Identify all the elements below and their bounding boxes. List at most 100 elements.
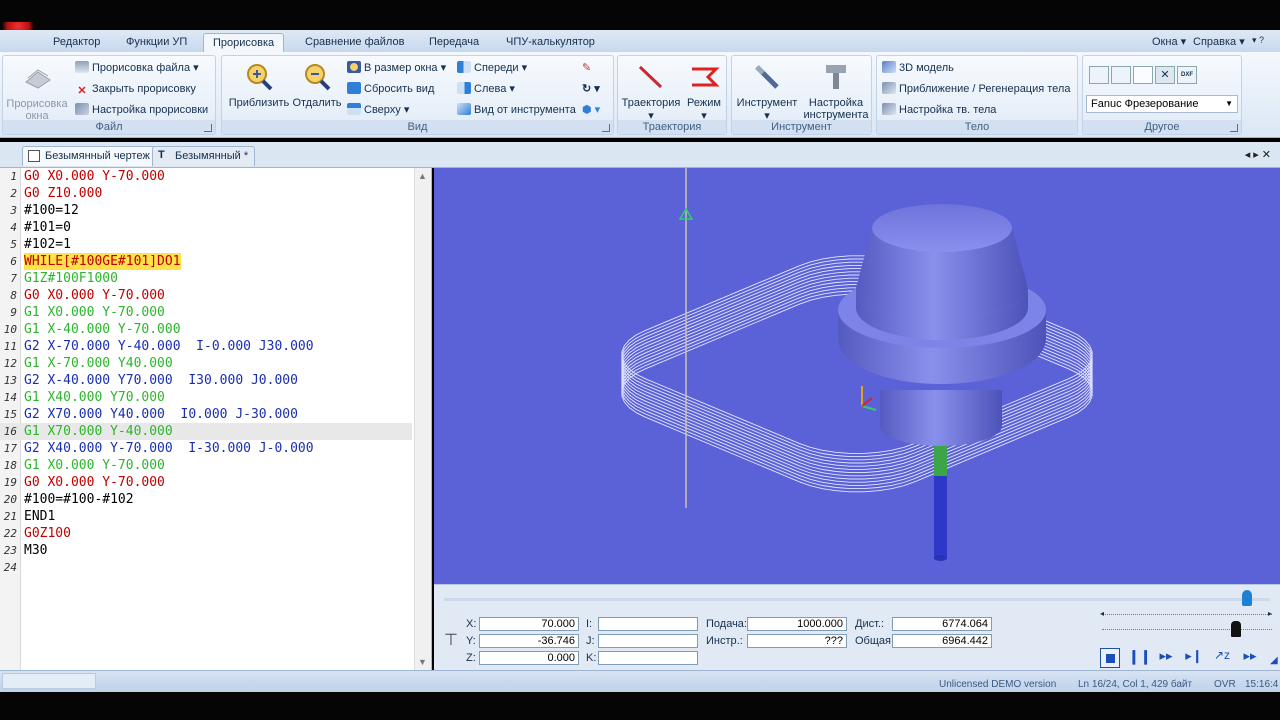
run-to-end-icon[interactable]: ▸▸ (1240, 648, 1260, 668)
i-field[interactable] (598, 617, 698, 631)
windows-menu[interactable]: Окна ▾ (1152, 35, 1186, 48)
code-line[interactable]: 20 #100=#100-#102 (0, 491, 412, 508)
tab-next-icon[interactable]: ▸ (1253, 149, 1262, 161)
progress-track[interactable] (444, 598, 1270, 601)
step-z-icon[interactable]: ↗z (1212, 648, 1232, 668)
code-line[interactable]: 4 #101=0 (0, 219, 412, 236)
code-line[interactable]: 22 G0Z100 (0, 525, 412, 542)
pencil-icon[interactable]: ✎ (582, 59, 591, 77)
page-icon[interactable] (1133, 66, 1153, 84)
code-line[interactable]: 15 G2 X70.000 Y40.000 I0.000 J-30.000 (0, 406, 412, 423)
code-line[interactable]: 7 G1Z#100F1000 (0, 270, 412, 287)
stop-button[interactable] (1100, 648, 1120, 668)
view-from-tool-button[interactable]: Вид от инструмента (457, 101, 576, 119)
editor-vertical-scrollbar[interactable]: ▲ ▼ (414, 168, 431, 670)
fit-window-label: В размер окна (364, 62, 438, 74)
close-drawing-button[interactable]: ✕ Закрыть прорисовку (75, 80, 196, 98)
progress-thumb[interactable] (1242, 590, 1252, 606)
3d-viewport[interactable] (434, 168, 1280, 584)
code-line[interactable]: 11 G2 X-70.000 Y-40.000 I-0.000 J30.000 (0, 338, 412, 355)
model-3d-button[interactable]: 3D модель (882, 59, 954, 77)
no-tool-icon[interactable]: ✕ (1155, 66, 1175, 84)
code-line[interactable]: 3 #100=12 (0, 202, 412, 219)
zoom-window-icon[interactable] (1089, 66, 1109, 84)
drawing-settings-button[interactable]: Настройка прорисовки (75, 101, 208, 119)
z-field[interactable]: 0.000 (479, 651, 579, 665)
zoom-out-button[interactable]: Отдалить (292, 61, 342, 109)
code-line[interactable]: 5 #102=1 (0, 236, 412, 253)
code-line[interactable]: 8 G0 X0.000 Y-70.000 (0, 287, 412, 304)
code-line[interactable]: 12 G1 X-70.000 Y40.000 (0, 355, 412, 372)
tab-prev-icon[interactable]: ◂ (1245, 149, 1254, 161)
tool-number-field[interactable]: ??? (747, 634, 847, 648)
tab-file-compare[interactable]: Сравнение файлов (296, 33, 413, 52)
reset-view-button[interactable]: Сбросить вид (347, 80, 434, 98)
code-line[interactable]: 19 G0 X0.000 Y-70.000 (0, 474, 412, 491)
body-setup-button[interactable]: Настройка тв. тела (882, 101, 996, 119)
speed-left-icon[interactable]: ◂ (1100, 609, 1104, 618)
scroll-down-icon[interactable]: ▼ (418, 657, 427, 667)
code-line[interactable]: 24 (0, 559, 412, 576)
code-line[interactable]: 9 G1 X0.000 Y-70.000 (0, 304, 412, 321)
draw-file-button[interactable]: Прорисовка файла ▾ (75, 59, 199, 77)
view-front-button[interactable]: Спереди ▾ (457, 59, 527, 77)
code-line[interactable]: 6 WHILE[#100GE#101]DO1 (0, 253, 412, 270)
code-line[interactable]: 18 G1 X0.000 Y-70.000 (0, 457, 412, 474)
code-line[interactable]: 2 G0 Z10.000 (0, 185, 412, 202)
view-top-button[interactable]: Сверху ▾ (347, 101, 409, 119)
code-line[interactable]: 1 G0 X0.000 Y-70.000 (0, 168, 412, 185)
step-forward-icon[interactable]: ▸▸ (1156, 648, 1176, 668)
resize-grip-icon[interactable]: ◢ (1270, 655, 1278, 666)
pause-button[interactable]: ❙❙ (1128, 648, 1151, 668)
distance-field[interactable]: 6774.064 (892, 617, 992, 631)
panel-icon[interactable] (1111, 66, 1131, 84)
fit-window-button[interactable]: В размер окна ▾ (347, 59, 446, 77)
draw-window-button[interactable]: Прорисовка окна (5, 62, 71, 122)
machine-select[interactable]: Fanuc Фрезерование ▼ (1086, 95, 1238, 113)
shading-icon[interactable]: ⬢ ▾ (582, 101, 600, 119)
y-field[interactable]: -36.746 (479, 634, 579, 648)
x-field[interactable]: 70.000 (479, 617, 579, 631)
group-view-launcher-icon[interactable] (602, 124, 610, 132)
zoom-regen-button[interactable]: Приближение / Регенерация тела (882, 80, 1070, 98)
tab-editor[interactable]: Редактор (44, 33, 109, 52)
step-block-icon[interactable]: ▸❙ (1184, 648, 1204, 668)
group-other-launcher-icon[interactable] (1230, 124, 1238, 132)
speed-slider-thumb[interactable] (1231, 621, 1241, 637)
dxf-export-icon[interactable]: DXF (1177, 66, 1197, 84)
scroll-up-icon[interactable]: ▲ (418, 171, 427, 181)
k-field[interactable] (598, 651, 698, 665)
ribbon-options-icon[interactable]: ▾ ? (1252, 35, 1264, 46)
code-line[interactable]: 21 END1 (0, 508, 412, 525)
doc-tab-untitled[interactable]: T Безымянный * (152, 146, 256, 166)
code-line[interactable]: 16 G1 X70.000 Y-40.000 (0, 423, 412, 440)
code-line[interactable]: 13 G2 X-40.000 Y70.000 I30.000 J0.000 (0, 372, 412, 389)
doc-tab-drawing[interactable]: Безымянный чертеж * (22, 146, 165, 166)
doc-tab-untitled-label: Безымянный * (175, 150, 249, 162)
code-line[interactable]: 10 G1 X-40.000 Y-70.000 (0, 321, 412, 338)
code-line[interactable]: 17 G2 X40.000 Y-70.000 I-30.000 J-0.000 (0, 440, 412, 457)
tab-transfer[interactable]: Передача (420, 33, 488, 52)
help-menu[interactable]: Справка ▾ (1193, 35, 1245, 48)
view-left-button[interactable]: Слева ▾ (457, 80, 515, 98)
tab-cnc-calculator[interactable]: ЧПУ-калькулятор (497, 33, 604, 52)
mode-button[interactable]: Режим ▾ (684, 61, 724, 122)
z-label: Z: (466, 652, 476, 664)
total-field[interactable]: 6964.442 (892, 634, 992, 648)
tab-drawing[interactable]: Прорисовка (203, 33, 285, 52)
tab-nc-functions[interactable]: Функции УП (117, 33, 196, 52)
code-line[interactable]: 23 M30 (0, 542, 412, 559)
close-icon[interactable]: ✕ (1262, 149, 1274, 161)
tool-button[interactable]: Инструмент ▾ (735, 61, 799, 122)
j-field[interactable] (598, 634, 698, 648)
tool-setup-button[interactable]: Настройка инструмента (802, 61, 870, 121)
tab-navigation[interactable]: ◂▸✕ (1245, 148, 1274, 161)
rotate-view-icon[interactable]: ↻ ▾ (582, 80, 600, 98)
code-editor[interactable]: 1 G0 X0.000 Y-70.000 2 G0 Z10.000 3 #100=12 4 #… (0, 168, 432, 670)
feed-field[interactable]: 1000.000 (747, 617, 847, 631)
group-file-launcher-icon[interactable] (204, 124, 212, 132)
zoom-in-button[interactable]: Приблизить (227, 61, 291, 109)
trajectory-button[interactable]: Траектория ▾ (621, 61, 681, 122)
speed-right-icon[interactable]: ▸ (1268, 609, 1272, 618)
code-line[interactable]: 14 G1 X40.000 Y70.000 (0, 389, 412, 406)
